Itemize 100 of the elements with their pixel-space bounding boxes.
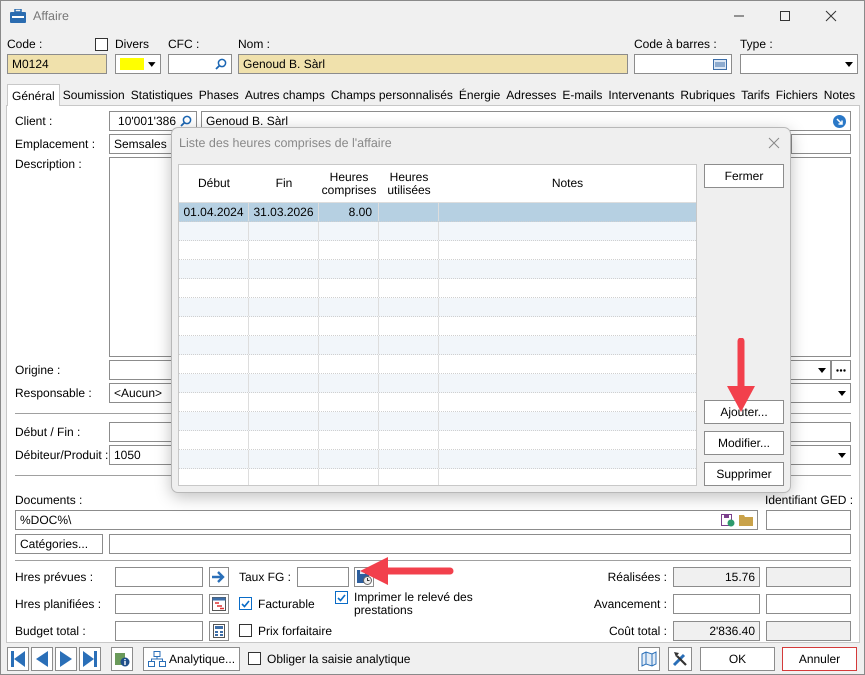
checkbox[interactable] [239,597,252,610]
search-icon[interactable] [215,58,227,70]
field-value: 1050 [114,448,142,462]
table-row[interactable]: 01.04.2024 31.03.2026 8.00 [179,203,696,222]
save-check-icon[interactable] [721,514,735,526]
checkbox[interactable] [95,38,108,50]
cancel-button[interactable]: Annuler [782,646,857,670]
edit-button[interactable]: Modifier... [704,431,784,455]
tab[interactable]: Phases [196,88,242,105]
barcode-icon [713,58,727,70]
documents-field[interactable]: %DOC%\ [15,510,758,530]
planned-hours-field[interactable] [115,567,203,587]
barcode-field[interactable] [634,54,732,74]
analytics-button[interactable]: Analytique... [143,646,240,670]
code-field[interactable]: M0124 [7,54,107,74]
tab[interactable]: Statistiques [128,88,196,105]
search-icon[interactable] [180,115,192,127]
calculator-button[interactable] [209,621,229,641]
rate-field[interactable] [297,567,349,587]
name-field[interactable]: Genoud B. Sàrl [238,54,628,74]
last-button[interactable] [79,646,101,670]
column-header[interactable]: Heures utilisées [379,165,439,202]
tab[interactable]: Tarifs [738,88,773,105]
type-dropdown[interactable] [740,54,858,74]
budget-field[interactable] [115,621,203,641]
close-button[interactable]: Fermer [704,164,784,188]
first-icon [11,650,25,666]
tools-button[interactable] [668,646,692,670]
checkbox[interactable] [335,591,348,604]
client-number-field[interactable]: 10'001'386 [109,111,197,131]
checkbox-label: Prix forfaitaire [258,624,332,638]
next-button[interactable] [55,646,77,670]
caret-icon [845,62,853,66]
categories-button[interactable]: Catégories... [15,534,103,554]
tab[interactable]: Notes [820,88,858,105]
field-label: Divers [115,37,150,51]
map-button[interactable] [638,646,660,670]
field-label: Code à barres : [634,37,718,51]
ged-id-field[interactable] [766,510,851,530]
gantt-button[interactable] [209,594,229,614]
field-label: Hres planifiées : [15,597,102,611]
text-field[interactable] [791,134,851,154]
first-button[interactable] [7,646,29,670]
field-label: Taux FG : [239,570,292,584]
maximize-icon[interactable] [779,10,791,22]
gantt-icon [212,597,226,611]
tab[interactable]: Champs personnalisés [328,88,456,105]
field-label: Documents : [15,493,84,507]
column-header[interactable]: Fin [249,165,319,202]
add-button[interactable]: Ajouter... [704,400,784,424]
tab[interactable]: Soumission [60,88,128,105]
tab[interactable]: Rubriques [677,88,738,105]
dialog-title: Liste des heures comprises de l'affaire [179,136,393,150]
tab[interactable]: Adresses [503,88,560,105]
categories-field[interactable] [109,534,851,554]
info-icon [114,650,130,666]
ok-button[interactable]: OK [700,646,775,670]
caret-icon [838,452,846,458]
tab[interactable]: Intervenants [605,88,678,105]
column-header[interactable]: Heures comprises [319,165,379,202]
link-arrow-icon[interactable] [833,114,846,128]
tab[interactable]: Fichiers [772,88,821,105]
arrow-icon [212,571,226,583]
previous-button[interactable] [31,646,53,670]
arrow-button[interactable] [209,567,229,587]
field-value: %DOC%\ [20,513,72,527]
next-icon [60,650,72,666]
column-header[interactable]: Notes [439,165,696,202]
calculator-icon [213,624,225,638]
previous-icon [36,650,48,666]
field-label: Début / Fin : [15,425,82,439]
caret-icon [818,368,826,372]
field-label: Client : [15,114,54,128]
tab[interactable]: Général [7,84,60,106]
delete-button[interactable]: Supprimer [704,462,784,486]
more-button[interactable] [831,360,851,380]
caret-icon [838,390,846,396]
field-label: Emplacement : [15,137,96,151]
field-label: Coût total : [608,624,667,638]
hierarchy-icon [148,650,166,666]
text-field[interactable] [766,594,851,614]
tab[interactable]: E-mails [559,88,606,105]
progress-field[interactable] [673,594,760,614]
window-title: Affaire [33,9,69,23]
field-label: Responsable : [15,386,93,400]
map-icon [641,650,657,666]
cfc-field[interactable] [168,54,232,74]
checkbox[interactable] [248,652,262,665]
tab[interactable]: Énergie [456,88,504,105]
checkbox[interactable] [239,624,252,637]
field-label: Nom : [238,37,272,51]
close-icon[interactable] [825,10,837,22]
tab[interactable]: Autres champs [242,88,328,105]
more-icon [836,368,846,372]
field-label: Type : [740,37,773,51]
info-button[interactable] [111,646,133,670]
column-header[interactable]: Début [179,165,249,202]
scheduled-hours-field[interactable] [115,594,203,614]
field-label: Description : [15,157,83,171]
color-dropdown[interactable] [115,54,161,74]
